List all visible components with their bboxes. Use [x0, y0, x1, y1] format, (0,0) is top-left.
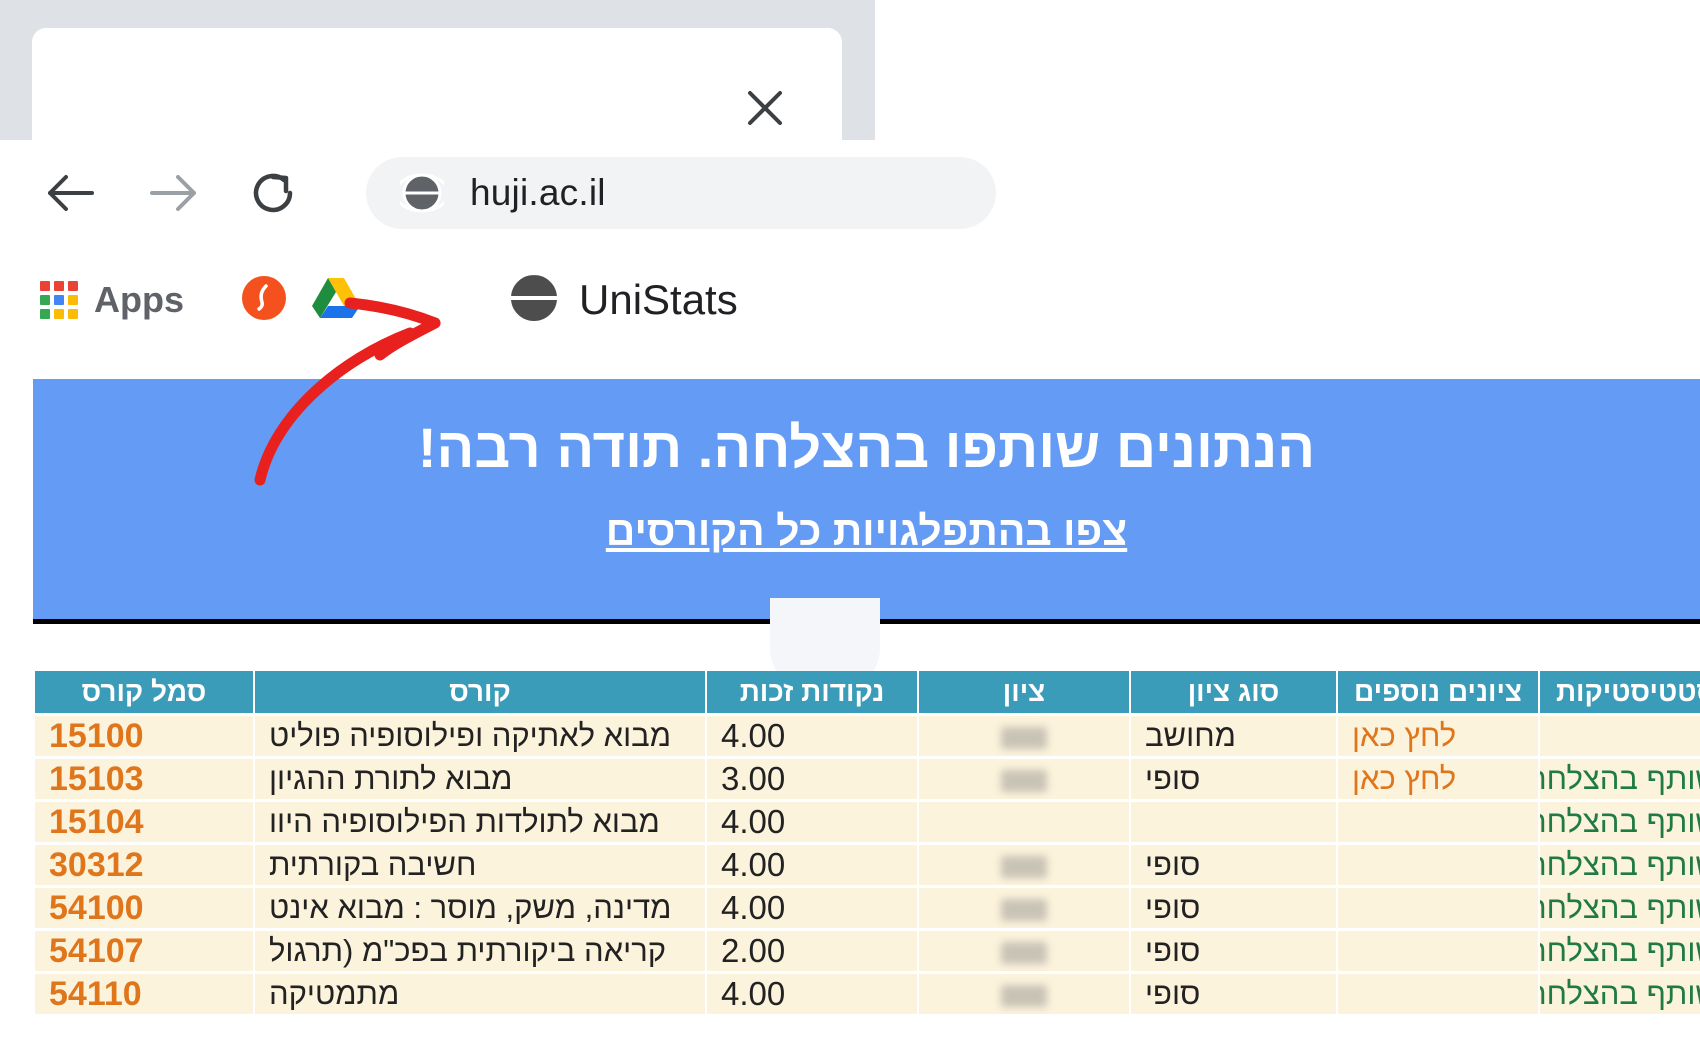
bookmark-unistats[interactable]: UniStats — [498, 268, 738, 332]
cell-grade-type — [1131, 802, 1336, 842]
table-row: שותף בהצלחה! סופי 4.00מתמטיקה54110 — [35, 974, 1700, 1014]
cell-grade-type: סופי — [1131, 845, 1336, 885]
cell-grade-type: מחושב — [1131, 716, 1336, 756]
table-row: לחץ כאן מחושב 4.00 מבוא לאתיקה ופילוסופיה פ… — [35, 716, 1700, 756]
col-header-grade-type[interactable]: סוג ציון — [1131, 671, 1336, 713]
cell-code[interactable]: 54110 — [35, 974, 253, 1014]
cell-code[interactable]: 30312 — [35, 845, 253, 885]
cell-stats[interactable]: שותף בהצלחה! — [1540, 759, 1700, 799]
cell-grade — [919, 974, 1129, 1014]
banner-title: הנתונים שותפו בהצלחה. תודה רבה! — [417, 416, 1316, 479]
col-header-extra-grades[interactable]: ציונים נוספים — [1338, 671, 1538, 713]
cell-stats[interactable]: שותף בהצלחה! — [1540, 845, 1700, 885]
cell-code[interactable]: 15103 — [35, 759, 253, 799]
redacted-grade — [1001, 769, 1047, 792]
cell-credits: 4.00 — [707, 974, 917, 1014]
cell-course[interactable]: מבוא לתולדות הפילוסופיה היוו — [255, 802, 705, 842]
bookmarks-bar: Apps UniStats — [0, 246, 875, 368]
table-row: שותף בהצלחה! סופי 2.00קריאה ביקורתית בפכ"מ… — [35, 931, 1700, 971]
url-text: huji.ac.il — [470, 172, 606, 213]
view-all-courses-link[interactable]: צפו בהתפלגויות כל הקורסים — [606, 508, 1127, 555]
col-header-code[interactable]: סמל קורס — [35, 671, 253, 713]
col-header-grade[interactable]: ציון — [919, 671, 1129, 713]
redacted-grade — [1001, 726, 1047, 749]
browser-toolbar: huji.ac.il — [0, 140, 996, 246]
browser-window: huji.ac.il Apps UniStats — [0, 0, 996, 368]
table-row: שותף בהצלחה! סופי 4.00מדינה, משק, מוסר : מ… — [35, 888, 1700, 928]
cell-course[interactable]: מבוא לאתיקה ופילוסופיה פוליט — [255, 716, 705, 756]
cell-extra-grades — [1338, 931, 1538, 971]
cell-stats[interactable]: שותף בהצלחה! — [1540, 931, 1700, 971]
cell-grade — [919, 888, 1129, 928]
cell-stats[interactable]: שותף בהצלחה! — [1540, 802, 1700, 842]
redacted-grade — [1001, 941, 1047, 964]
back-arrow-icon[interactable] — [38, 160, 104, 226]
cell-course[interactable]: מבוא לתורת ההגיון — [255, 759, 705, 799]
cell-code[interactable]: 54100 — [35, 888, 253, 928]
cell-extra-grades[interactable]: לחץ כאן — [1338, 759, 1538, 799]
cell-extra-grades — [1338, 802, 1538, 842]
cell-credits: 4.00 — [707, 888, 917, 928]
cell-extra-grades — [1338, 845, 1538, 885]
cell-credits: 4.00 — [707, 802, 917, 842]
address-bar[interactable]: huji.ac.il — [366, 157, 996, 229]
cell-grade — [919, 716, 1129, 756]
cell-code[interactable]: 54107 — [35, 931, 253, 971]
bookmark-apps[interactable]: Apps — [40, 268, 184, 332]
cell-extra-grades[interactable]: לחץ כאן — [1338, 716, 1538, 756]
cell-grade — [919, 931, 1129, 971]
cell-credits: 2.00 — [707, 931, 917, 971]
cell-stats[interactable]: שותף בהצלחה! — [1540, 974, 1700, 1014]
cell-course[interactable]: חשיבה בקורתית — [255, 845, 705, 885]
table-header-row: סטטיסטיקות ציונים נוספים סוג ציון ציון נ… — [35, 671, 1700, 713]
globe-icon — [498, 269, 570, 332]
apps-grid-icon — [40, 281, 78, 319]
bookmark-orange[interactable] — [240, 268, 288, 332]
cell-grade-type: סופי — [1131, 759, 1336, 799]
table-body: לחץ כאן מחושב 4.00 מבוא לאתיקה ופילוסופיה פ… — [35, 716, 1700, 1014]
success-banner: הנתונים שותפו בהצלחה. תודה רבה! צפו בהתפ… — [33, 379, 1700, 624]
cell-credits: 4.00 — [707, 845, 917, 885]
cell-grade — [919, 845, 1129, 885]
table-row: שותף בהצלחה!לחץ כאןסופי 3.00מבוא לתורת הה… — [35, 759, 1700, 799]
globe-icon — [400, 171, 444, 215]
redacted-grade — [1001, 898, 1047, 921]
orange-circle-icon — [240, 274, 288, 327]
cell-extra-grades — [1338, 974, 1538, 1014]
cell-credits: 3.00 — [707, 759, 917, 799]
cell-course[interactable]: קריאה ביקורתית בפכ"מ (תרגול — [255, 931, 705, 971]
bookmark-apps-label: Apps — [94, 279, 184, 320]
reload-icon[interactable] — [240, 160, 306, 226]
cell-stats[interactable]: שותף בהצלחה! — [1540, 888, 1700, 928]
col-header-stats[interactable]: סטטיסטיקות — [1540, 671, 1700, 713]
cell-stats — [1540, 716, 1700, 756]
grades-table: סטטיסטיקות ציונים נוספים סוג ציון ציון נ… — [33, 668, 1700, 1017]
cell-extra-grades — [1338, 888, 1538, 928]
cell-grade — [919, 759, 1129, 799]
cell-course[interactable]: מתמטיקה — [255, 974, 705, 1014]
cell-code[interactable]: 15104 — [35, 802, 253, 842]
redacted-grade — [1001, 855, 1047, 878]
forward-arrow-icon[interactable] — [140, 160, 206, 226]
cell-code[interactable]: 15100 — [35, 716, 253, 756]
table-row: שותף בהצלחה! סופי 4.00חשיבה בקורתית30312 — [35, 845, 1700, 885]
table-row: שותף בהצלחה! 4.00מבוא לתולדות הפילוסופיה … — [35, 802, 1700, 842]
browser-tab[interactable] — [32, 28, 842, 140]
cell-credits: 4.00 — [707, 716, 917, 756]
redacted-grade — [1001, 984, 1047, 1007]
cell-course[interactable]: מדינה, משק, מוסר : מבוא אינט — [255, 888, 705, 928]
google-drive-icon — [310, 274, 362, 327]
col-header-course[interactable]: קורס — [255, 671, 705, 713]
col-header-credits[interactable]: נקודות זכות — [707, 671, 917, 713]
cell-grade — [919, 802, 1129, 842]
bookmark-unistats-label: UniStats — [579, 276, 738, 323]
bookmark-google-drive[interactable] — [310, 268, 362, 332]
cell-grade-type: סופי — [1131, 888, 1336, 928]
cell-grade-type: סופי — [1131, 974, 1336, 1014]
cell-grade-type: סופי — [1131, 931, 1336, 971]
close-icon[interactable] — [737, 80, 793, 136]
